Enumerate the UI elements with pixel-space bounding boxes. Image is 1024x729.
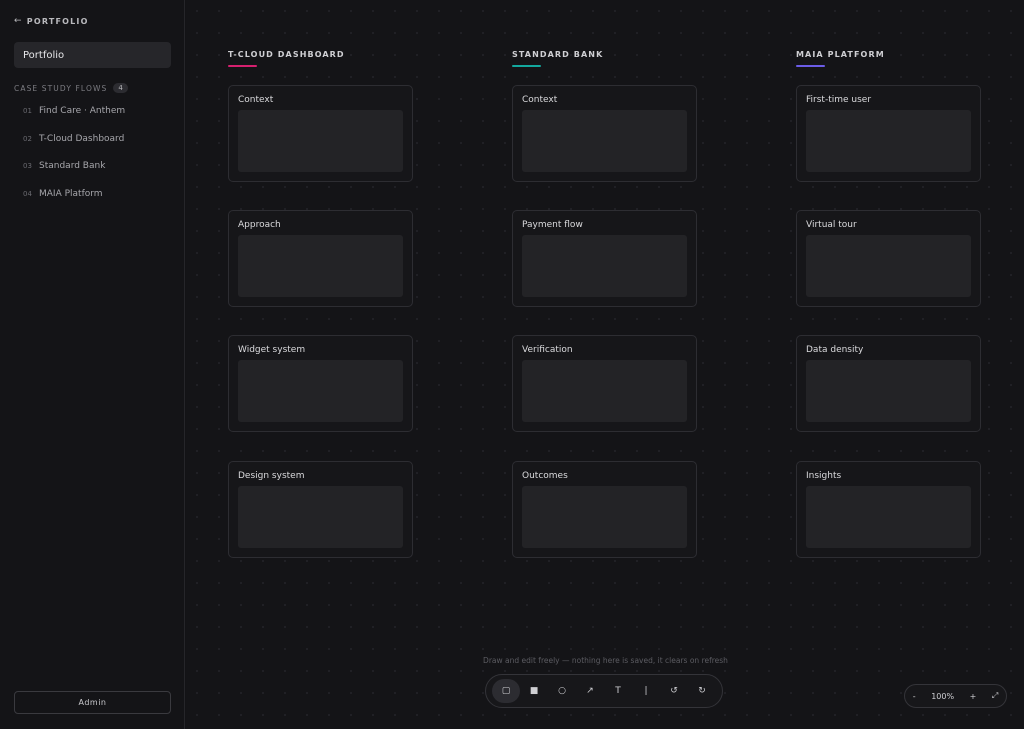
flow-card[interactable]: Outcomes bbox=[512, 461, 697, 558]
flow-card[interactable]: Design system bbox=[228, 461, 413, 558]
flow-card-title: Data density bbox=[806, 345, 864, 355]
admin-button[interactable]: Admin bbox=[14, 691, 171, 714]
flow-card-title: Verification bbox=[522, 345, 573, 355]
zoom-controls: - 100% + ⤢ bbox=[904, 684, 1007, 708]
flow-item[interactable]: 01 Find Care · Anthem bbox=[23, 104, 178, 118]
line-tool-icon[interactable]: | bbox=[632, 679, 660, 703]
flow-item-label: Standard Bank bbox=[39, 161, 106, 172]
flow-card[interactable]: Context bbox=[228, 85, 413, 182]
back-to-portfolio-link[interactable]: ← PORTFOLIO bbox=[14, 16, 89, 26]
flow-card[interactable]: Widget system bbox=[228, 335, 413, 432]
flow-item[interactable]: 04 MAIA Platform bbox=[23, 187, 178, 201]
section-title-label: CASE STUDY FLOWS bbox=[14, 83, 108, 93]
back-link-label: PORTFOLIO bbox=[26, 16, 89, 26]
flow-item-number: 04 bbox=[23, 190, 32, 199]
flow-item-number: 02 bbox=[23, 134, 32, 143]
column-title: MAIA PLATFORM bbox=[796, 50, 885, 59]
flow-card[interactable]: Approach bbox=[228, 210, 413, 307]
undo-icon[interactable]: ↺ bbox=[660, 679, 688, 703]
zoom-in-button[interactable]: + bbox=[970, 692, 977, 701]
flow-item-label: MAIA Platform bbox=[39, 189, 103, 200]
redo-icon[interactable]: ↻ bbox=[688, 679, 716, 703]
flow-card-title: Outcomes bbox=[522, 471, 568, 481]
flow-card[interactable]: Payment flow bbox=[512, 210, 697, 307]
flow-card-placeholder bbox=[806, 486, 971, 548]
flow-card-placeholder bbox=[522, 486, 687, 548]
app-window: ← PORTFOLIO Portfolio CASE STUDY FLOWS 4… bbox=[0, 0, 1024, 729]
column-title: T-CLOUD DASHBOARD bbox=[228, 50, 345, 59]
rectangle-filled-tool-icon[interactable]: ■ bbox=[520, 679, 548, 703]
text-tool-icon[interactable]: T bbox=[604, 679, 632, 703]
flow-card-placeholder bbox=[522, 235, 687, 297]
flow-card[interactable]: Context bbox=[512, 85, 697, 182]
column-title: STANDARD BANK bbox=[512, 50, 604, 59]
flow-card-title: Insights bbox=[806, 471, 842, 481]
flow-card-title: Design system bbox=[238, 471, 305, 481]
column-accent-underline bbox=[228, 65, 257, 67]
drawing-canvas[interactable]: Draw and edit freely — nothing here is s… bbox=[186, 0, 1024, 729]
flow-card-placeholder bbox=[806, 110, 971, 172]
arrow-left-icon: ← bbox=[14, 16, 23, 26]
flow-card-placeholder bbox=[238, 360, 403, 422]
flow-card-title: Approach bbox=[238, 220, 281, 230]
rectangle-outline-tool-icon[interactable]: ▢ bbox=[492, 679, 520, 703]
flow-card[interactable]: Insights bbox=[796, 461, 981, 558]
flow-item-label: T-Cloud Dashboard bbox=[39, 133, 125, 144]
flow-card-placeholder bbox=[522, 110, 687, 172]
flow-card-placeholder bbox=[806, 360, 971, 422]
flow-card[interactable]: Verification bbox=[512, 335, 697, 432]
flow-card-placeholder bbox=[806, 235, 971, 297]
fit-screen-icon[interactable]: ⤢ bbox=[992, 691, 998, 701]
zoom-out-button[interactable]: - bbox=[913, 692, 916, 701]
flow-card-placeholder bbox=[238, 110, 403, 172]
canvas-hint: Draw and edit freely — nothing here is s… bbox=[483, 656, 728, 665]
portfolio-selector[interactable]: Portfolio bbox=[14, 42, 171, 68]
sidebar: ← PORTFOLIO Portfolio CASE STUDY FLOWS 4… bbox=[0, 0, 185, 729]
flow-card-placeholder bbox=[238, 486, 403, 548]
zoom-level: 100% bbox=[931, 691, 955, 701]
flow-card[interactable]: Virtual tour bbox=[796, 210, 981, 307]
case-study-flows-heading: CASE STUDY FLOWS 4 bbox=[14, 83, 128, 93]
flow-card-title: Payment flow bbox=[522, 220, 583, 230]
flow-item-number: 03 bbox=[23, 162, 32, 171]
flow-item[interactable]: 03 Standard Bank bbox=[23, 159, 178, 173]
flow-card-title: Context bbox=[522, 95, 558, 105]
column-accent-underline bbox=[512, 65, 541, 67]
flow-card-title: Context bbox=[238, 95, 274, 105]
flow-card[interactable]: Data density bbox=[796, 335, 981, 432]
flow-item[interactable]: 02 T-Cloud Dashboard bbox=[23, 132, 178, 146]
flow-item-number: 01 bbox=[23, 107, 32, 115]
flow-card-placeholder bbox=[522, 360, 687, 422]
flow-card-title: Widget system bbox=[238, 345, 306, 355]
column-accent-underline bbox=[796, 65, 825, 67]
drawing-toolbar: ▢ ■ ○ ↗ T | ↺ ↻ bbox=[485, 674, 723, 708]
flow-card-placeholder bbox=[238, 235, 403, 297]
flow-list: 01 Find Care · Anthem 02 T-Cloud Dashboard 0… bbox=[23, 104, 178, 215]
arrow-tool-icon[interactable]: ↗ bbox=[576, 679, 604, 703]
circle-tool-icon[interactable]: ○ bbox=[548, 679, 576, 703]
flow-card-title: Virtual tour bbox=[806, 220, 857, 230]
flow-card[interactable]: First-time user bbox=[796, 85, 981, 182]
flow-count-badge: 4 bbox=[113, 83, 128, 93]
flow-card-title: First-time user bbox=[806, 95, 872, 105]
flow-item-label: Find Care · Anthem bbox=[39, 106, 126, 116]
